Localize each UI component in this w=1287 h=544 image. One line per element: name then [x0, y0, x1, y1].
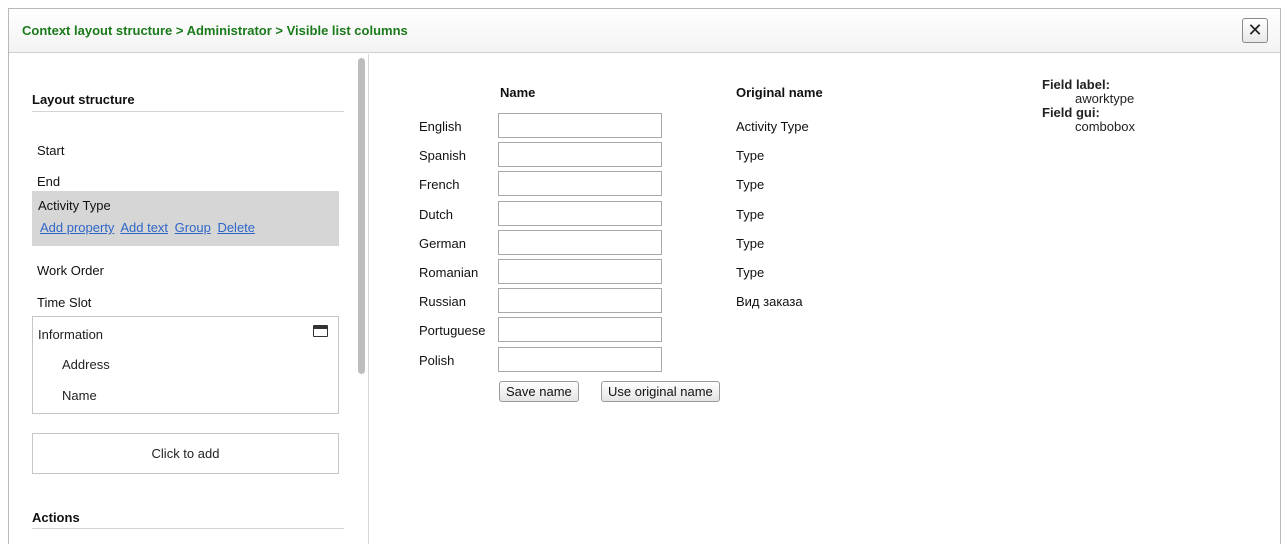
layout-structure-title: Layout structure [32, 92, 135, 107]
close-icon: ✕ [1247, 20, 1263, 40]
original-name: Type [736, 265, 765, 280]
field-label-key: Field label: [1042, 77, 1110, 92]
divider [32, 111, 344, 112]
close-button[interactable]: ✕ [1242, 18, 1268, 43]
language-label: German [419, 236, 466, 251]
language-label: Polish [419, 353, 455, 368]
language-label: Dutch [419, 207, 453, 222]
divider [32, 528, 344, 529]
language-label: English [419, 119, 462, 134]
name-input[interactable] [498, 259, 662, 284]
use-original-name-button[interactable]: Use original name [601, 381, 720, 402]
information-group-title: Information [38, 327, 104, 342]
field-gui-value: combobox [1075, 119, 1135, 134]
original-name: Type [736, 177, 765, 192]
translation-panel: Name Original name English Activity Type S… [370, 54, 1280, 544]
window-icon[interactable] [313, 325, 328, 337]
item-actions: Add property Add text Group Delete [40, 220, 258, 235]
structure-item-end[interactable]: End [37, 174, 60, 189]
original-name-column-header: Original name [736, 85, 823, 100]
name-input[interactable] [498, 171, 662, 196]
language-label: Russian [419, 294, 466, 309]
structure-item-work-order[interactable]: Work Order [37, 263, 104, 278]
delete-link[interactable]: Delete [217, 220, 255, 235]
dialog: Context layout structure > Administrator… [8, 8, 1281, 544]
original-name: Activity Type [736, 119, 809, 134]
structure-item-name[interactable]: Name [62, 388, 97, 403]
original-name: Type [736, 236, 765, 251]
save-name-button[interactable]: Save name [499, 381, 579, 402]
add-text-link[interactable]: Add text [120, 220, 168, 235]
layout-structure-panel: Layout structure Start End Activity Type… [9, 54, 369, 544]
actions-title: Actions [32, 510, 80, 525]
field-gui-key: Field gui: [1042, 105, 1100, 120]
name-input[interactable] [498, 113, 662, 138]
information-group[interactable]: Information Address Name [32, 316, 339, 414]
dialog-header: Context layout structure > Administrator… [9, 9, 1280, 53]
structure-item-address[interactable]: Address [62, 357, 110, 372]
language-label: Spanish [419, 148, 466, 163]
language-label: French [419, 177, 460, 192]
original-name: Type [736, 148, 765, 163]
group-link[interactable]: Group [175, 220, 211, 235]
name-column-header: Name [500, 85, 536, 100]
structure-item-start[interactable]: Start [37, 143, 64, 158]
scrollbar-thumb[interactable] [358, 58, 365, 374]
original-name: Вид заказа [736, 294, 803, 309]
name-input[interactable] [498, 142, 662, 167]
original-name: Type [736, 207, 765, 222]
name-input[interactable] [498, 347, 662, 372]
name-input[interactable] [498, 288, 662, 313]
structure-item-time-slot[interactable]: Time Slot [37, 295, 91, 310]
field-info: Field label: aworktype Field gui: combob… [1042, 78, 1135, 134]
field-label-value: aworktype [1075, 91, 1135, 106]
name-input[interactable] [498, 201, 662, 226]
name-input[interactable] [498, 230, 662, 255]
add-property-link[interactable]: Add property [40, 220, 114, 235]
structure-item-label: Activity Type [38, 198, 111, 213]
click-to-add-button[interactable]: Click to add [32, 433, 339, 474]
language-label: Portuguese [419, 323, 486, 338]
breadcrumb: Context layout structure > Administrator… [22, 23, 408, 38]
language-label: Romanian [419, 265, 479, 280]
name-input[interactable] [498, 317, 662, 342]
structure-item-activity-type[interactable]: Activity Type Add property Add text Grou… [32, 191, 339, 246]
scrollbar[interactable] [355, 54, 367, 544]
